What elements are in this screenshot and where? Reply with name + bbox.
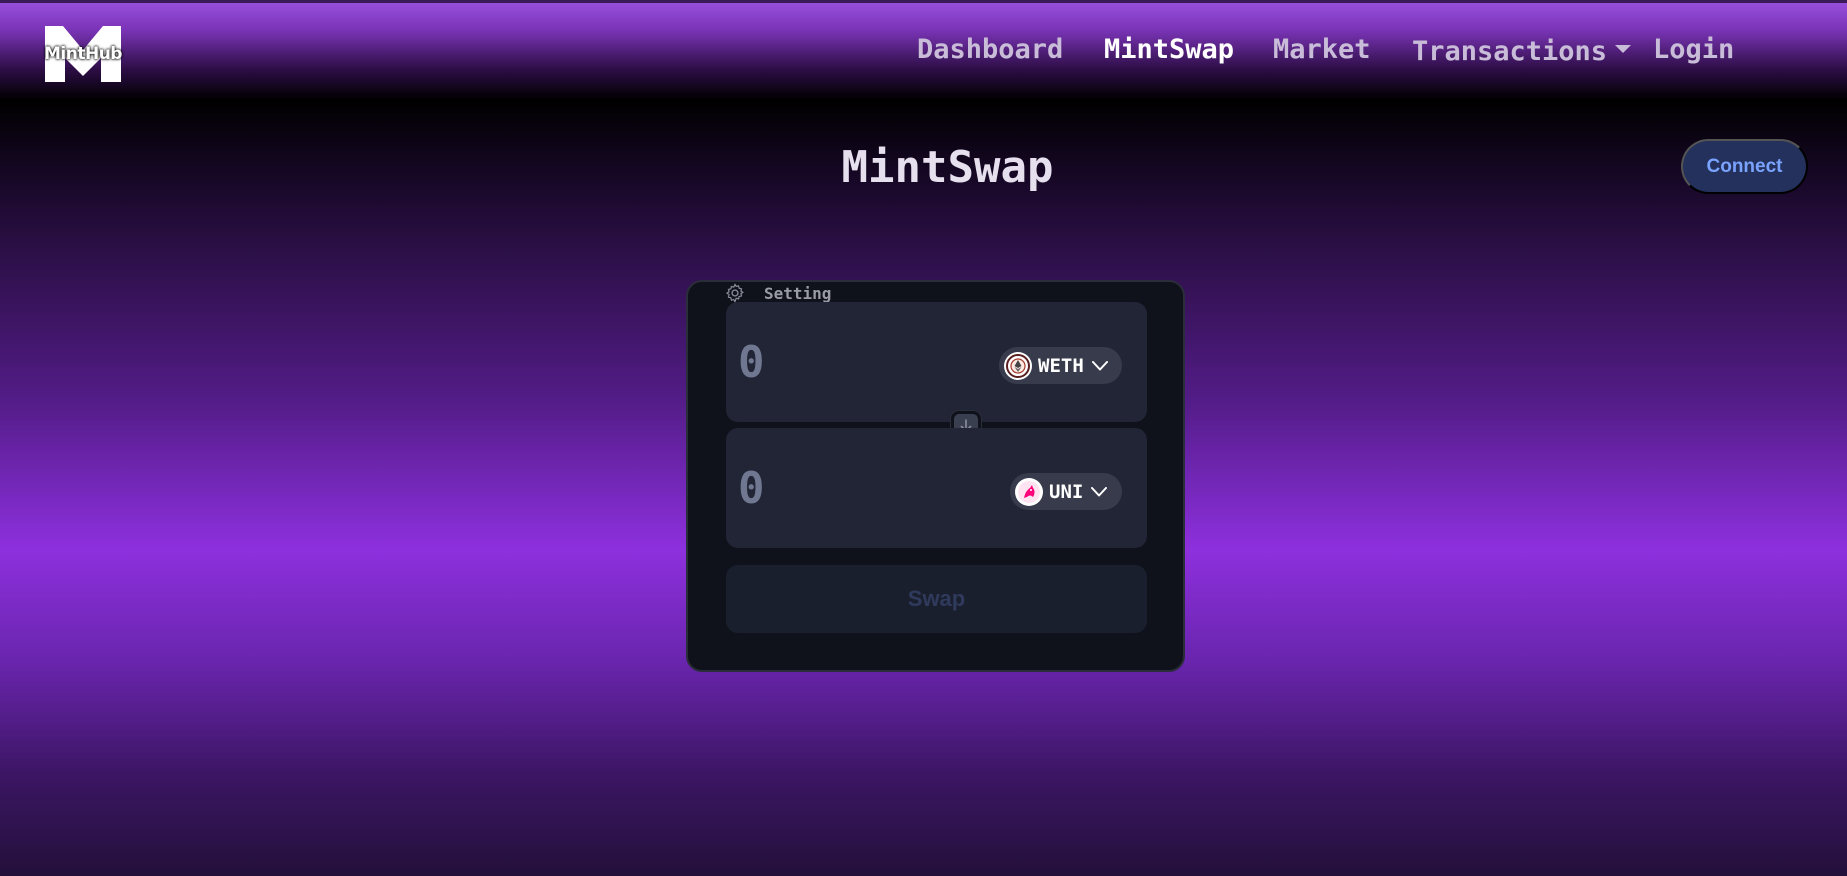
chevron-down-icon [1091,360,1108,370]
navbar: MintHub Dashboard MintSwap Market Transa… [0,0,1847,100]
weth-token-icon [1004,351,1032,380]
buy-token-box: UNI [726,428,1147,548]
page-title: MintSwap [841,142,1054,193]
minthub-logo[interactable]: MintHub [37,24,129,84]
settings-label: Setting [764,284,832,303]
caret-down-icon [1615,44,1632,53]
chevron-down-icon [1091,486,1108,496]
uni-token-icon [1015,477,1043,506]
nav-link-market[interactable]: Market [1273,34,1371,65]
swap-card: Setting WETH [686,280,1185,672]
nav-link-transactions[interactable]: Transactions [1412,36,1632,67]
sell-token-symbol: WETH [1038,354,1084,377]
nav-link-login[interactable]: Login [1653,34,1734,65]
sell-amount-input[interactable] [738,334,938,390]
nav-link-mintswap[interactable]: MintSwap [1104,34,1234,65]
buy-token-symbol: UNI [1049,480,1084,503]
transactions-label: Transactions [1412,36,1608,67]
connect-wallet-button[interactable]: Connect [1681,139,1808,194]
buy-amount-input[interactable] [738,460,938,516]
sell-token-box: WETH [726,302,1147,422]
nav-link-dashboard[interactable]: Dashboard [917,34,1063,65]
sell-token-select[interactable]: WETH [999,347,1122,384]
gear-icon[interactable] [724,282,746,304]
buy-token-select[interactable]: UNI [1010,473,1122,510]
swap-button[interactable]: Swap [726,565,1147,633]
logo-text: MintHub [44,44,122,64]
settings-row[interactable]: Setting [724,282,831,304]
